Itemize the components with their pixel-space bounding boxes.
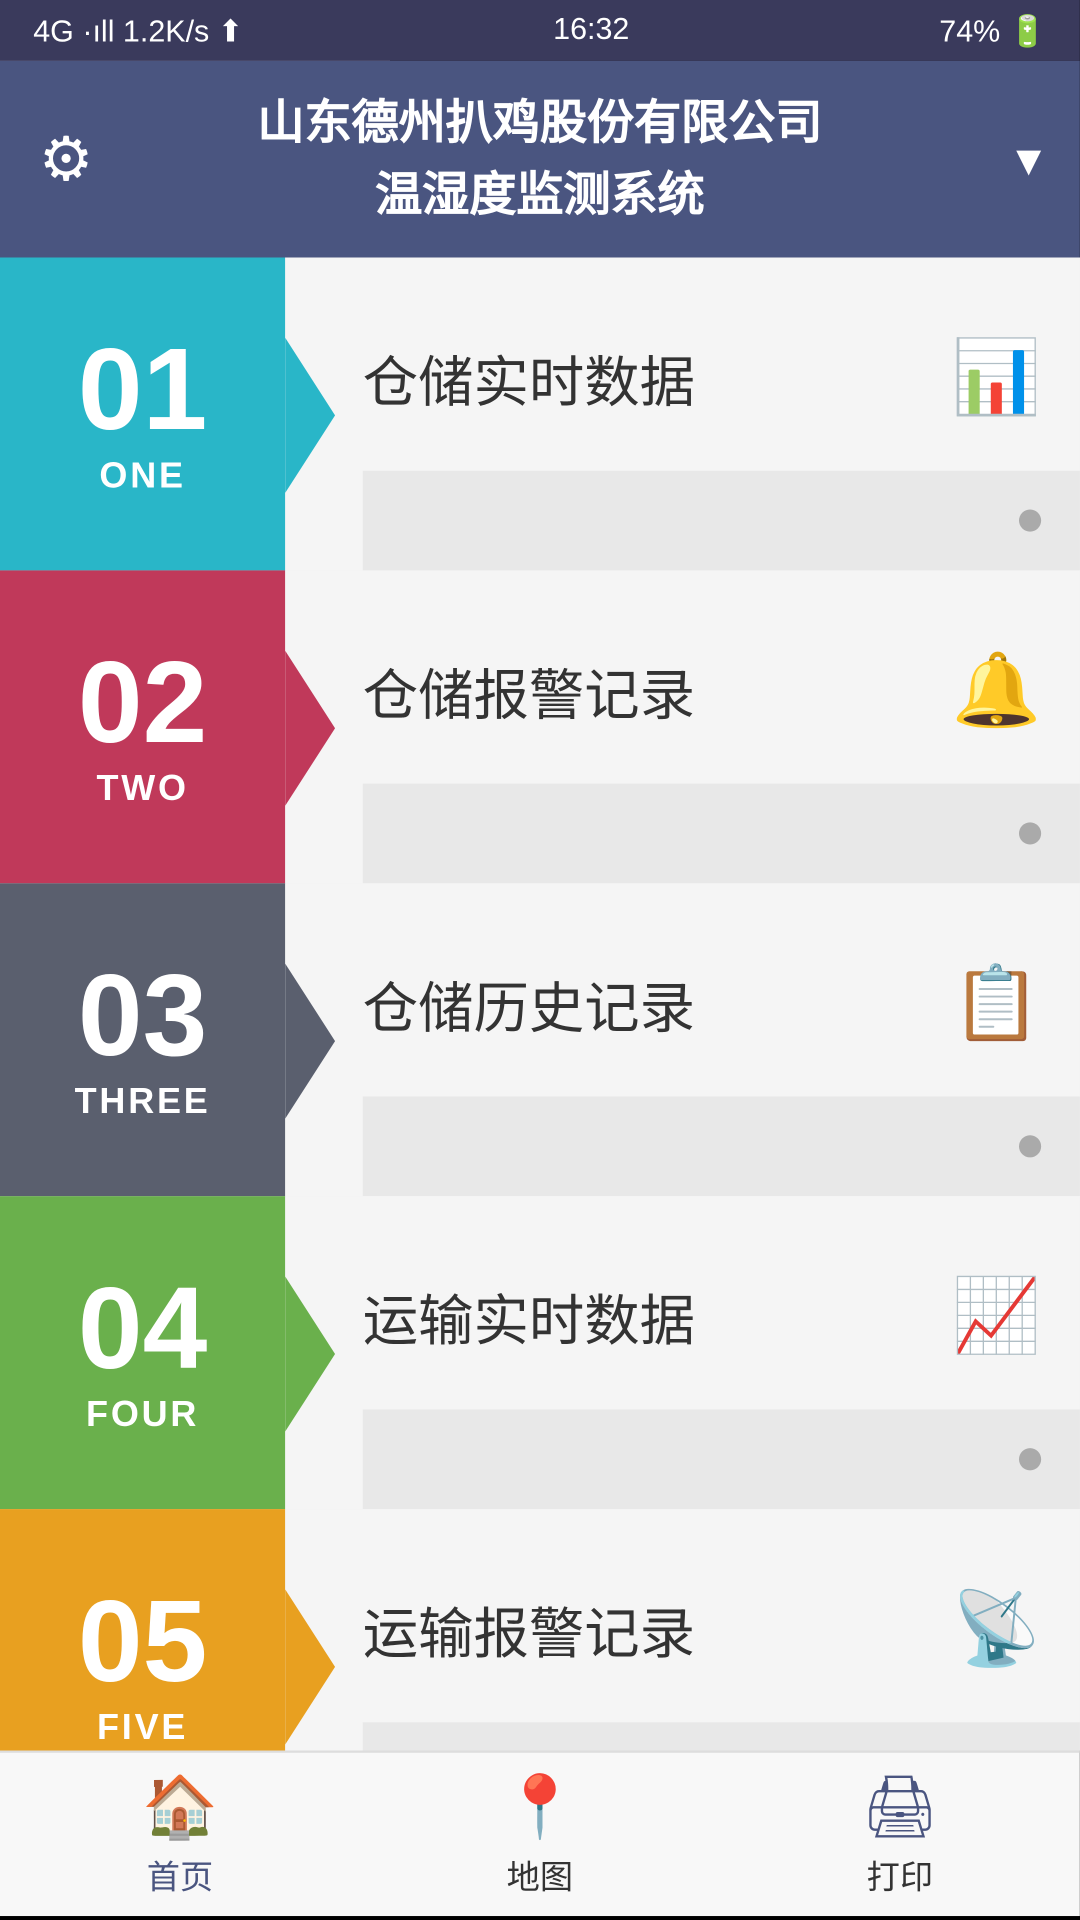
app-wrapper: 4G ·ıll 1.2K/s ⬆ 16:32 74% 🔋 ⚙ 山东德州扒鸡股份有… [0, 0, 1080, 1916]
nav-item-home[interactable]: 🏠 首页 [0, 1753, 360, 1916]
menu-label-04: 运输实时数据 [363, 1277, 695, 1357]
menu-bottom-04 [363, 1409, 1080, 1509]
menu-icon-03: 📋 [951, 961, 1041, 1047]
menu-item-04[interactable]: 04 FOUR 运输实时数据 📈 [0, 1196, 1080, 1509]
menu-num-word-04: FOUR [86, 1393, 199, 1435]
menu-num-word-03: THREE [75, 1080, 211, 1122]
menu-label-01: 仓储实时数据 [363, 338, 695, 418]
menu-number-02: 02 TWO [0, 570, 285, 883]
menu-content-05: 运输报警记录 📡 [285, 1509, 1080, 1750]
menu-number-04: 04 FOUR [0, 1196, 285, 1509]
status-left: 4G ·ıll 1.2K/s ⬆ [33, 12, 243, 48]
status-time: 16:32 [553, 14, 629, 47]
menu-content-03: 仓储历史记录 📋 [285, 883, 1080, 1196]
menu-label-02: 仓储报警记录 [363, 651, 695, 731]
nav-icon-home: 🏠 [142, 1771, 218, 1843]
signal-text: 4G ·ıll 1.2K/s ⬆ [33, 12, 243, 48]
nav-icon-map: 📍 [502, 1771, 578, 1843]
menu-bottom-05 [363, 1722, 1080, 1750]
menu-num-big-01: 01 [78, 332, 207, 448]
menu-item-03[interactable]: 03 THREE 仓储历史记录 📋 [0, 883, 1080, 1196]
menu-number-01: 01 ONE [0, 258, 285, 571]
dropdown-icon[interactable]: ▾ [1016, 130, 1041, 188]
menu-label-03: 仓储历史记录 [363, 964, 695, 1044]
menu-item-02[interactable]: 02 TWO 仓储报警记录 🔔 [0, 570, 1080, 883]
menu-content-02: 仓储报警记录 🔔 [285, 570, 1080, 883]
menu-icon-04: 📈 [951, 1274, 1041, 1360]
menu-bottom-03 [363, 1097, 1080, 1197]
menu-list: 01 ONE 仓储实时数据 📊 02 TWO 仓储报警记录 🔔 [0, 258, 1080, 1750]
nav-item-print[interactable]: 🖨 打印 [720, 1753, 1080, 1916]
menu-item-01[interactable]: 01 ONE 仓储实时数据 📊 [0, 258, 1080, 571]
bottom-nav: 🏠 首页 📍 地图 🖨 打印 [0, 1750, 1080, 1916]
menu-icon-05: 📡 [951, 1587, 1041, 1673]
app-header: ⚙ 山东德州扒鸡股份有限公司 温湿度监测系统 ▾ [0, 61, 1080, 258]
menu-content-04: 运输实时数据 📈 [285, 1196, 1080, 1509]
nav-label-home: 首页 [147, 1851, 213, 1898]
menu-number-03: 03 THREE [0, 883, 285, 1196]
menu-content-top-04: 运输实时数据 📈 [363, 1196, 1080, 1409]
nav-label-print: 打印 [867, 1851, 933, 1898]
menu-num-word-01: ONE [99, 454, 185, 496]
menu-num-word-05: FIVE [97, 1706, 188, 1748]
menu-icon-01: 📊 [951, 335, 1041, 421]
menu-content-01: 仓储实时数据 📊 [285, 258, 1080, 571]
menu-bottom-01 [363, 471, 1080, 571]
menu-item-05[interactable]: 05 FIVE 运输报警记录 📡 [0, 1509, 1080, 1750]
nav-label-map: 地图 [507, 1851, 573, 1898]
nav-icon-print: 🖨 [861, 1771, 938, 1843]
menu-number-05: 05 FIVE [0, 1509, 285, 1750]
menu-num-big-03: 03 [78, 958, 207, 1074]
menu-num-big-04: 04 [78, 1271, 207, 1387]
settings-icon[interactable]: ⚙ [39, 123, 94, 195]
menu-num-big-02: 02 [78, 645, 207, 761]
nav-item-map[interactable]: 📍 地图 [360, 1753, 720, 1916]
header-title: 山东德州扒鸡股份有限公司 温湿度监测系统 [258, 89, 823, 230]
menu-dot-03 [1019, 1135, 1041, 1157]
menu-bottom-02 [363, 784, 1080, 884]
battery-text: 74% 🔋 [939, 12, 1046, 48]
menu-dot-01 [1019, 509, 1041, 531]
menu-content-top-03: 仓储历史记录 📋 [363, 883, 1080, 1096]
status-right: 74% 🔋 [939, 12, 1046, 48]
menu-dot-02 [1019, 822, 1041, 844]
menu-num-word-02: TWO [96, 767, 188, 809]
menu-icon-02: 🔔 [951, 648, 1041, 734]
menu-content-top-01: 仓储实时数据 📊 [363, 258, 1080, 471]
menu-label-05: 运输报警记录 [363, 1589, 695, 1669]
status-bar: 4G ·ıll 1.2K/s ⬆ 16:32 74% 🔋 [0, 0, 1080, 61]
menu-dot-04 [1019, 1448, 1041, 1470]
menu-content-top-02: 仓储报警记录 🔔 [363, 570, 1080, 783]
menu-content-top-05: 运输报警记录 📡 [363, 1509, 1080, 1722]
menu-num-big-05: 05 [78, 1584, 207, 1700]
